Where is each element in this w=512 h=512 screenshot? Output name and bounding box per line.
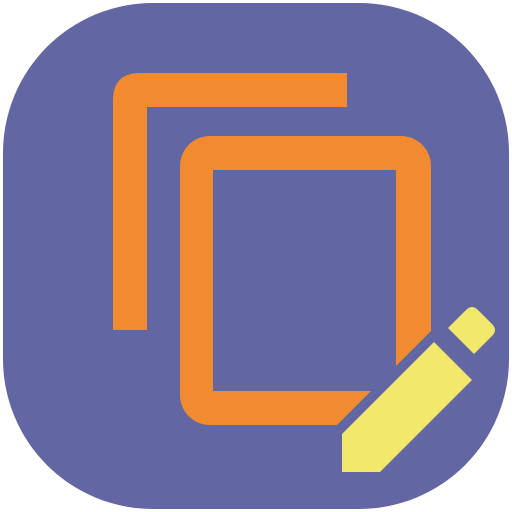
app-icon-graphic [3, 3, 509, 509]
front-document-inner [213, 170, 396, 391]
app-icon[interactable] [0, 0, 512, 512]
